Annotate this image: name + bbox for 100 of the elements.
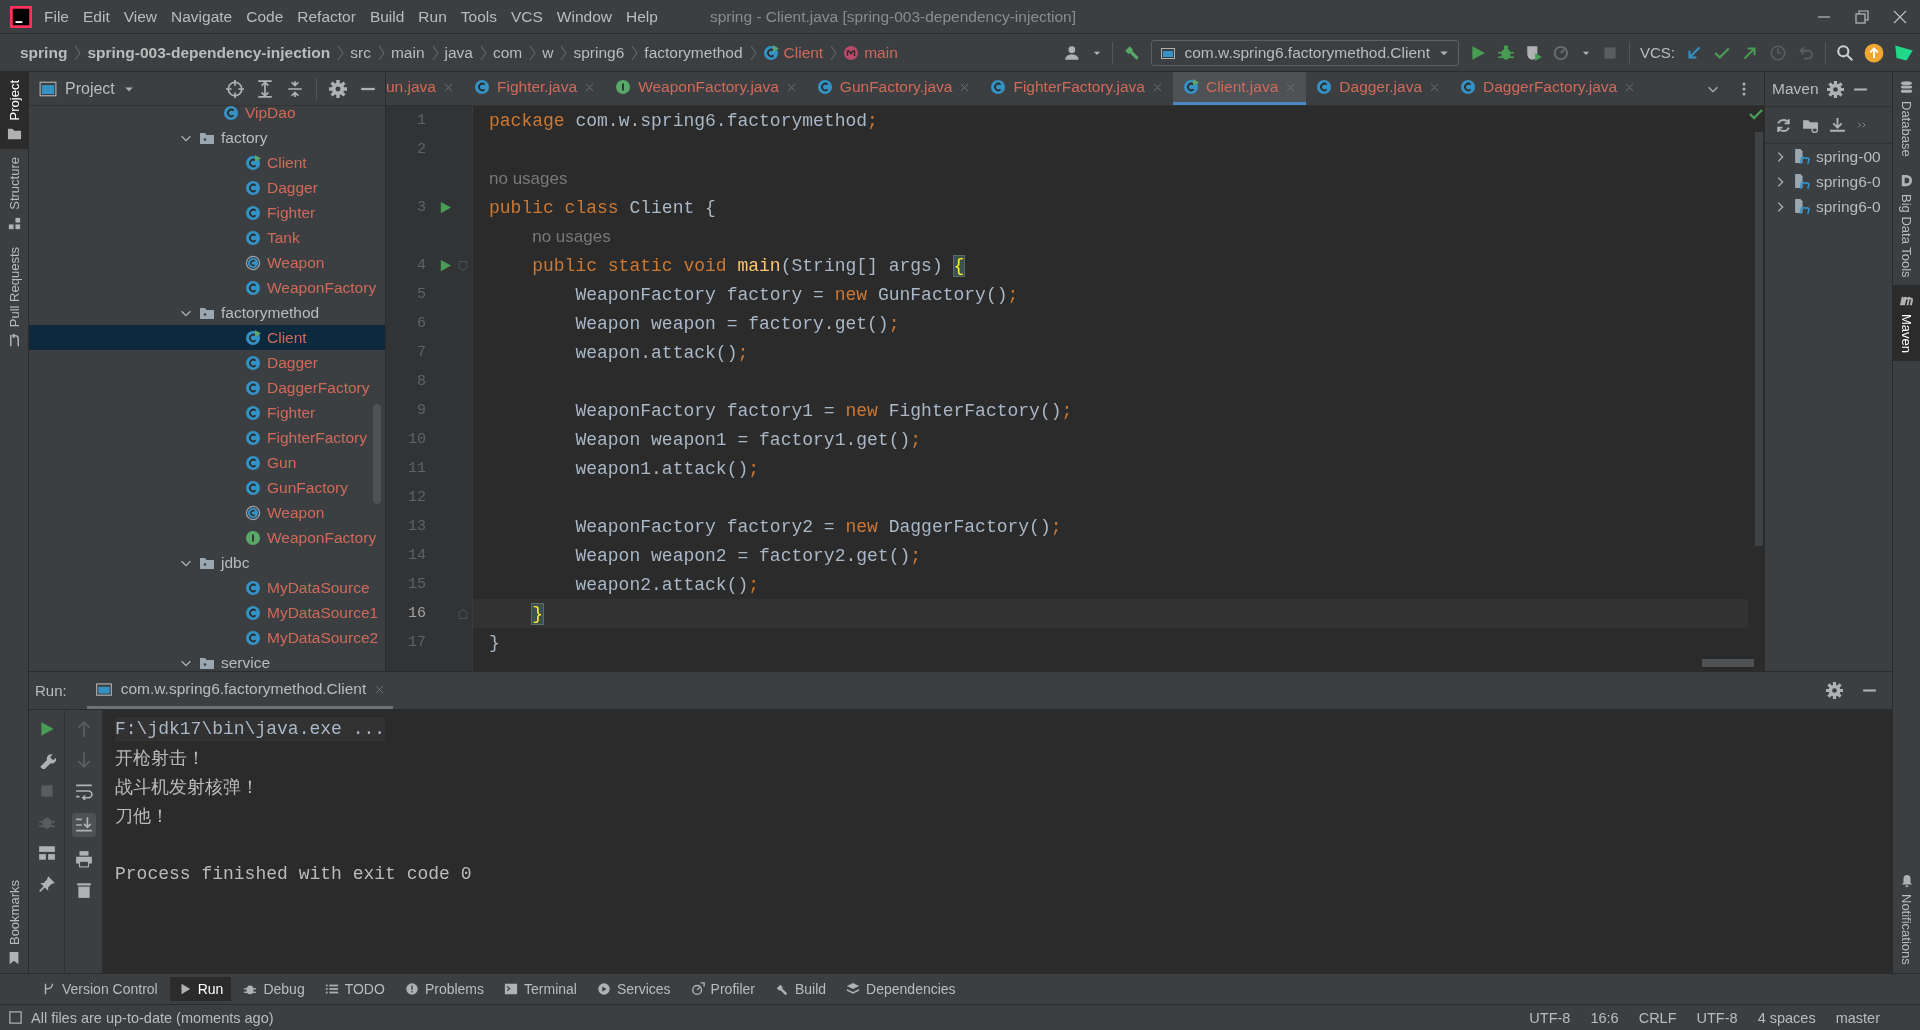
settings-icon[interactable] xyxy=(1826,80,1844,98)
search-icon[interactable] xyxy=(1836,43,1854,62)
print-icon[interactable] xyxy=(74,850,93,868)
editor-tab[interactable]: Fighter.java xyxy=(464,72,606,105)
menu-item[interactable]: Edit xyxy=(77,3,116,30)
editor-tab[interactable]: un.java xyxy=(386,72,464,105)
tree-item[interactable]: Weapon xyxy=(29,500,385,525)
tool-window-button[interactable]: Profiler xyxy=(682,977,763,1001)
settings-icon[interactable] xyxy=(329,79,347,98)
tree-item[interactable]: factorymethod xyxy=(29,300,385,325)
inlay-hint[interactable]: no usages xyxy=(532,226,611,247)
tree-item[interactable]: VipDao xyxy=(29,106,385,125)
run-configuration-dropdown[interactable]: com.w.spring6.factorymethod.Client xyxy=(1151,39,1459,66)
breadcrumb[interactable]: spring-003-dependency-injection xyxy=(81,43,337,62)
soft-wrap-icon[interactable] xyxy=(74,782,93,800)
tree-item[interactable]: WeaponFactory xyxy=(29,275,385,300)
tool-window-button[interactable]: Run xyxy=(169,977,232,1001)
locate-icon[interactable] xyxy=(226,79,244,98)
tree-item[interactable]: Fighter xyxy=(29,200,385,225)
menu-item[interactable]: Run xyxy=(412,3,453,30)
menu-item[interactable]: Refactor xyxy=(291,3,362,30)
menu-item[interactable]: Navigate xyxy=(165,3,239,30)
shield-run-icon[interactable] xyxy=(1525,43,1543,62)
editor-tab[interactable]: Dagger.java xyxy=(1306,72,1451,105)
status-item[interactable]: master xyxy=(1835,1009,1880,1026)
update-icon[interactable] xyxy=(1864,42,1884,63)
breadcrumb[interactable]: w xyxy=(536,43,560,62)
editor-tab[interactable]: DaggerFactory.java xyxy=(1450,72,1646,105)
bug-icon[interactable] xyxy=(1497,43,1515,62)
menu-item[interactable]: Help xyxy=(620,3,664,30)
status-item[interactable]: 4 spaces xyxy=(1757,1009,1816,1026)
menu-item[interactable]: Build xyxy=(363,3,411,30)
tree-item[interactable]: FighterFactory xyxy=(29,425,385,450)
restore-icon[interactable] xyxy=(1854,8,1870,25)
tool-window-button[interactable]: Problems xyxy=(396,977,492,1001)
download-icon[interactable] xyxy=(1829,116,1846,134)
menu-item[interactable]: Window xyxy=(550,3,618,30)
menu-item[interactable]: VCS xyxy=(504,3,549,30)
tool-window-tab[interactable]: Database xyxy=(1893,72,1920,165)
expand-all-icon[interactable] xyxy=(256,79,274,98)
menu-item[interactable]: File xyxy=(38,3,75,30)
tool-window-tab[interactable]: Notifications xyxy=(1893,866,1920,973)
tool-window-button[interactable]: TODO xyxy=(316,977,393,1001)
pin-icon[interactable] xyxy=(37,875,56,893)
menu-item[interactable]: Tools xyxy=(454,3,503,30)
settings-icon[interactable] xyxy=(1826,682,1843,699)
breadcrumb[interactable]: spring xyxy=(14,43,74,62)
breadcrumb[interactable]: spring6 xyxy=(567,43,631,62)
scrollbar[interactable] xyxy=(1755,132,1763,546)
project-view-dropdown[interactable]: Project xyxy=(39,79,135,98)
tool-window-tab[interactable]: Big Data Tools xyxy=(1893,164,1920,286)
close-icon[interactable] xyxy=(1892,8,1908,25)
tool-window-button[interactable]: Build xyxy=(766,977,835,1001)
tree-item[interactable]: MyDataSource2 xyxy=(29,625,385,650)
tree-item[interactable]: jdbc xyxy=(29,550,385,575)
tree-item[interactable]: service xyxy=(29,650,385,671)
tree-item[interactable]: Tank xyxy=(29,225,385,250)
breadcrumb[interactable]: factorymethod xyxy=(638,43,749,62)
reload-icon[interactable] xyxy=(1775,116,1792,134)
editor-tab[interactable]: FighterFactory.java xyxy=(980,72,1173,105)
breadcrumb[interactable]: main xyxy=(384,43,431,62)
status-item[interactable]: UTF-8 xyxy=(1696,1009,1738,1026)
breadcrumb[interactable]: com xyxy=(487,43,529,62)
breadcrumb[interactable]: java xyxy=(438,43,479,62)
tree-item[interactable]: Dagger xyxy=(29,175,385,200)
breadcrumb[interactable]: Client xyxy=(756,43,830,62)
menu-item[interactable]: Code xyxy=(240,3,290,30)
editor-tab[interactable]: WeaponFactory.java xyxy=(605,72,807,105)
status-item[interactable]: 16:6 xyxy=(1590,1009,1619,1026)
tool-window-tab[interactable]: Project xyxy=(0,72,28,150)
tree-item[interactable]: WeaponFactory xyxy=(29,525,385,550)
maven-project[interactable]: spring-00 xyxy=(1765,144,1892,169)
inlay-hint[interactable]: no usages xyxy=(489,168,568,189)
tree-item[interactable]: Gun xyxy=(29,450,385,475)
tree-item[interactable]: MyDataSource xyxy=(29,575,385,600)
maven-project[interactable]: spring6-0 xyxy=(1765,194,1892,219)
editor-tab[interactable]: GunFactory.java xyxy=(806,72,981,105)
tree-item[interactable]: Client xyxy=(29,150,385,175)
tree-item[interactable]: MyDataSource1 xyxy=(29,600,385,625)
trash-icon[interactable] xyxy=(74,881,93,899)
scroll-to-end-icon[interactable] xyxy=(74,816,93,834)
breadcrumb[interactable]: src xyxy=(344,43,377,62)
tool-window-tab[interactable]: Structure xyxy=(0,149,28,240)
tool-window-button[interactable]: Dependencies xyxy=(838,977,964,1001)
tool-window-tab[interactable]: Bookmarks xyxy=(0,871,28,973)
maven-project[interactable]: spring6-0 xyxy=(1765,169,1892,194)
tool-window-button[interactable]: Version Control xyxy=(34,977,166,1001)
collapse-all-icon[interactable] xyxy=(286,79,304,98)
scrollbar[interactable] xyxy=(1702,659,1754,667)
breadcrumb[interactable]: main xyxy=(837,43,904,62)
tree-item[interactable]: factory xyxy=(29,125,385,150)
tree-item[interactable]: GunFactory xyxy=(29,475,385,500)
tree-item[interactable]: Client xyxy=(29,325,385,350)
layout-icon[interactable] xyxy=(37,844,56,862)
tool-window-tab[interactable]: Pull Requests xyxy=(0,239,28,357)
tree-item[interactable]: DaggerFactory xyxy=(29,375,385,400)
tree-item[interactable]: Fighter xyxy=(29,400,385,425)
tree-item[interactable]: Weapon xyxy=(29,250,385,275)
tool-window-tab[interactable]: Maven xyxy=(1893,285,1920,362)
run-icon[interactable] xyxy=(1469,43,1487,62)
